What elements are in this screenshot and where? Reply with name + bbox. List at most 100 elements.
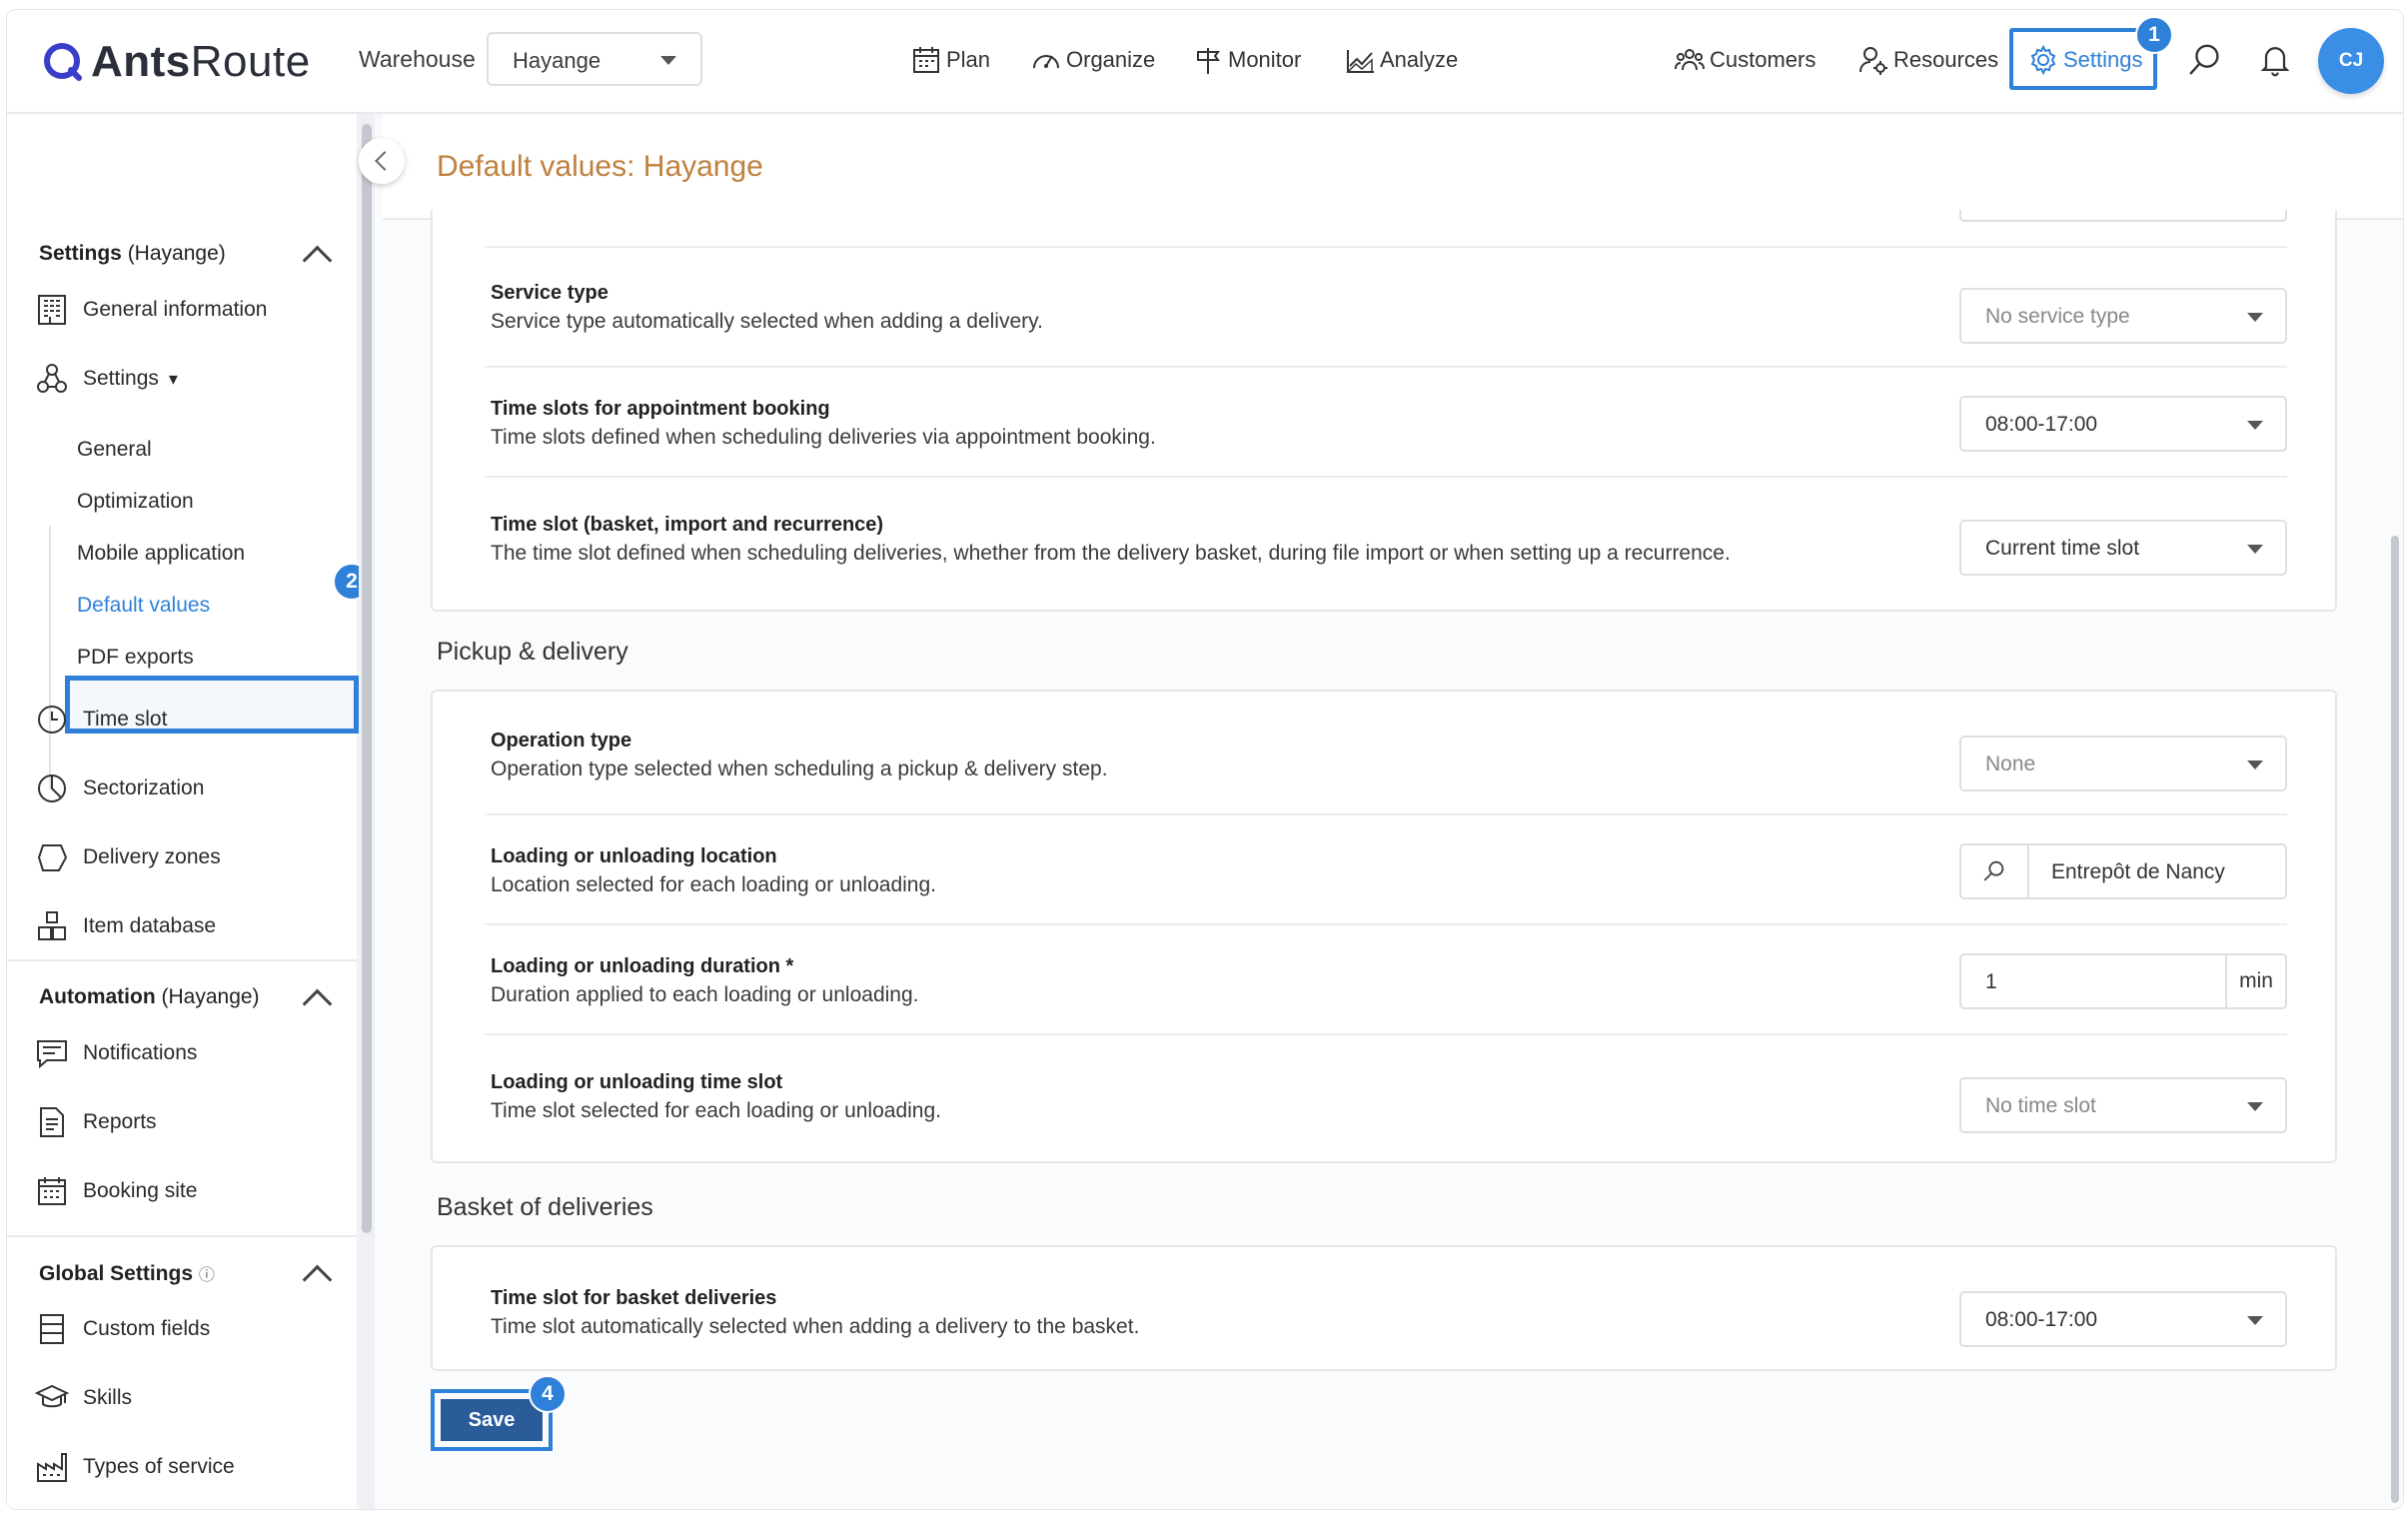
basket-import-slot-title: Time slot (basket, import and recurrence… [491, 514, 884, 536]
nav-monitor[interactable]: Monitor [1192, 40, 1301, 80]
loading-timeslot-select[interactable]: No time slot [1959, 1077, 2287, 1133]
sidebar-item-delivery-zones[interactable]: Delivery zones [35, 837, 221, 877]
sidebar-item-label: Time slot [83, 708, 168, 731]
sidebar-subitem-pdf-exports[interactable]: PDF exports [77, 646, 194, 670]
chevron-up-icon[interactable] [302, 988, 333, 1019]
sidebar-item-label: Sectorization [83, 776, 205, 799]
bell-icon [2260, 47, 2290, 77]
loading-timeslot-title: Loading or unloading time slot [491, 1071, 783, 1093]
avatar[interactable]: CJ [2318, 28, 2384, 94]
sidebar-item-notifications[interactable]: Notifications [35, 1033, 197, 1073]
sidebar-item-item-database[interactable]: Item database [35, 906, 216, 946]
chevron-up-icon[interactable] [302, 1264, 333, 1295]
nav-analyze[interactable]: Analyze [1344, 40, 1458, 80]
caret-down-icon [2247, 545, 2263, 554]
sidebar-subitem-general[interactable]: General [77, 438, 152, 462]
user-gear-icon [1859, 47, 1887, 75]
cut-off-select [1959, 210, 2287, 222]
loading-timeslot-desc: Time slot selected for each loading or u… [491, 1099, 941, 1122]
nav-label: Resources [1893, 47, 1999, 72]
row-divider [485, 246, 2287, 248]
row-divider [485, 813, 2287, 815]
sidebar-item-general-information[interactable]: General information [35, 290, 267, 330]
caret-down-icon [2247, 313, 2263, 322]
caret-down-icon [2247, 421, 2263, 430]
automation-section-header[interactable]: Automation (Hayange) [39, 985, 260, 1009]
nav-plan[interactable]: Plan [910, 40, 990, 80]
building-icon [38, 295, 66, 325]
duration-input[interactable]: 1 min [1959, 953, 2287, 1009]
sidebar-subitem-mobile-application[interactable]: Mobile application [77, 542, 245, 566]
caret-down-icon [660, 56, 676, 65]
chevron-up-icon[interactable] [302, 245, 333, 276]
row-divider [485, 1033, 2287, 1035]
sidebar-divider [7, 959, 357, 961]
sidebar-subitem-default-values[interactable]: Default values [77, 594, 210, 618]
sidebar-scrollbar[interactable] [359, 114, 375, 1509]
sidebar-item-label: Reports [83, 1110, 157, 1133]
sidebar-item-sectorization[interactable]: Sectorization [35, 768, 204, 808]
basket-timeslot-title: Time slot for basket deliveries [491, 1287, 777, 1309]
global-settings-section-header[interactable]: Global Settings ⓘ [39, 1261, 215, 1286]
appointment-slots-select[interactable]: 08:00-17:00 [1959, 396, 2287, 452]
sidebar-item-settings[interactable]: Settings ▾ [35, 359, 178, 399]
basket-timeslot-desc: Time slot automatically selected when ad… [491, 1315, 1140, 1338]
boxes-icon [38, 911, 66, 940]
row-divider [485, 476, 2287, 478]
scrollbar-thumb[interactable] [2391, 536, 2399, 1503]
nav-customers[interactable]: Customers [1674, 40, 1815, 80]
duration-desc: Duration applied to each loading or unlo… [491, 983, 919, 1006]
clock-icon [38, 706, 66, 734]
select-value: 08:00-17:00 [1985, 413, 2098, 436]
search-icon[interactable] [1961, 845, 2029, 897]
sidebar-item-label: Booking site [83, 1179, 198, 1202]
sidebar-subitem-optimization[interactable]: Optimization [77, 490, 194, 514]
info-icon: ⓘ [198, 1267, 215, 1284]
select-value: No time slot [1985, 1094, 2096, 1117]
basket-import-slot-select[interactable]: Current time slot [1959, 520, 2287, 576]
caret-down-icon [2247, 760, 2263, 769]
search-button[interactable] [2185, 40, 2225, 80]
warehouse-select[interactable]: Hayange [487, 32, 702, 86]
sidebar-item-reports[interactable]: Reports [35, 1102, 157, 1142]
basket-timeslot-select[interactable]: 08:00-17:00 [1959, 1291, 2287, 1347]
nav-label: Customers [1710, 47, 1816, 72]
nav-organize[interactable]: Organize [1030, 40, 1155, 80]
tree-line [49, 526, 51, 789]
settings-section-header[interactable]: Settings (Hayange) [39, 242, 226, 266]
duration-unit: min [2225, 955, 2285, 1007]
notifications-button[interactable] [2255, 40, 2295, 80]
location-title: Loading or unloading location [491, 845, 777, 867]
warehouse-value: Hayange [513, 48, 602, 73]
nav-resources[interactable]: Resources [1857, 40, 1998, 80]
sidebar-item-custom-fields[interactable]: Custom fields [35, 1309, 210, 1349]
document-icon [40, 1107, 64, 1137]
warehouse-label: Warehouse [359, 46, 476, 72]
service-type-select[interactable]: No service type [1959, 288, 2287, 344]
location-search-field[interactable]: Entrepôt de Nancy [1959, 843, 2287, 899]
main-scrollbar[interactable] [2387, 218, 2403, 1509]
gauge-icon [1033, 55, 1059, 69]
logo[interactable]: AntsRoute [41, 34, 311, 90]
graduation-cap-icon [35, 1384, 69, 1408]
logo-text: AntsRoute [91, 37, 311, 86]
operation-type-select[interactable]: None [1959, 736, 2287, 791]
pie-icon [38, 774, 66, 802]
signpost-icon [1197, 48, 1220, 74]
sidebar-item-time-slot[interactable]: Time slot [35, 700, 167, 740]
caret-down-icon: ▾ [168, 368, 178, 389]
calendar-icon [913, 47, 939, 73]
row-divider [485, 366, 2287, 368]
default-values-card: Service type Service type automatically … [431, 210, 2337, 612]
sidebar-item-label: Settings [83, 367, 159, 390]
collapse-sidebar-button[interactable] [359, 138, 405, 184]
caret-down-icon [2247, 1102, 2263, 1111]
sidebar-item-types-of-service[interactable]: Types of service [35, 1447, 235, 1487]
appointment-slots-title: Time slots for appointment booking [491, 398, 830, 420]
factory-icon [37, 1453, 67, 1482]
save-button[interactable]: Save [441, 1399, 543, 1441]
sidebar-item-booking-site[interactable]: Booking site [35, 1171, 197, 1211]
scrollbar-thumb[interactable] [362, 124, 372, 1233]
sidebar-item-skills[interactable]: Skills [35, 1378, 132, 1418]
sidebar-item-label: Skills [83, 1386, 133, 1409]
